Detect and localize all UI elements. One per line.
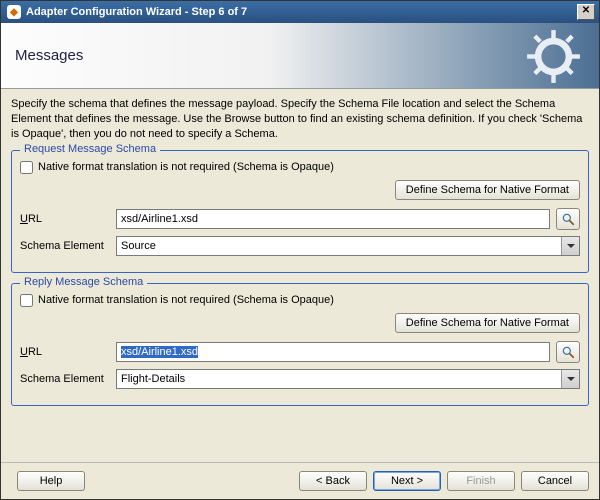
finish-button: Finish	[447, 471, 515, 491]
request-url-row: URL	[20, 208, 580, 230]
reply-url-input[interactable]: xsd/Airline1.xsd	[116, 342, 550, 362]
reply-schema-group: Reply Message Schema Native format trans…	[11, 283, 589, 406]
banner: Messages	[1, 23, 599, 89]
reply-legend: Reply Message Schema	[20, 276, 147, 288]
app-icon: ◆	[7, 5, 21, 19]
reply-schema-element-label: Schema Element	[20, 373, 110, 385]
intro-text: Specify the schema that defines the mess…	[11, 97, 589, 142]
reply-url-label: URL	[20, 346, 110, 358]
reply-schema-element-value: Flight-Details	[117, 373, 561, 385]
request-schema-element-row: Schema Element Source	[20, 236, 580, 256]
request-define-native-button[interactable]: Define Schema for Native Format	[395, 180, 580, 200]
request-schema-element-label: Schema Element	[20, 240, 110, 252]
page-title: Messages	[15, 47, 83, 64]
reply-schema-element-row: Schema Element Flight-Details	[20, 369, 580, 389]
request-opaque-checkbox[interactable]	[20, 161, 33, 174]
request-opaque-row: Native format translation is not require…	[20, 161, 580, 174]
title-bar: ◆ Adapter Configuration Wizard - Step 6 …	[1, 1, 599, 23]
magnifier-icon	[561, 345, 575, 359]
reply-define-native-button[interactable]: Define Schema for Native Format	[395, 313, 580, 333]
reply-url-selected-text: xsd/Airline1.xsd	[121, 346, 198, 358]
request-schema-element-value: Source	[117, 240, 561, 252]
gear-icon	[526, 29, 581, 84]
reply-url-row: URL xsd/Airline1.xsd	[20, 341, 580, 363]
request-opaque-label: Native format translation is not require…	[38, 161, 334, 173]
wizard-window: ◆ Adapter Configuration Wizard - Step 6 …	[0, 0, 600, 500]
chevron-down-icon	[561, 237, 579, 255]
reply-opaque-checkbox[interactable]	[20, 294, 33, 307]
reply-url-browse-button[interactable]	[556, 341, 580, 363]
next-button[interactable]: Next >	[373, 471, 441, 491]
request-url-label: URL	[20, 213, 110, 225]
content-area: Specify the schema that defines the mess…	[1, 89, 599, 462]
reply-schema-element-combo[interactable]: Flight-Details	[116, 369, 580, 389]
request-url-input[interactable]	[116, 209, 550, 229]
window-title: Adapter Configuration Wizard - Step 6 of…	[26, 6, 577, 18]
cancel-button[interactable]: Cancel	[521, 471, 589, 491]
request-schema-group: Request Message Schema Native format tra…	[11, 150, 589, 273]
request-schema-element-combo[interactable]: Source	[116, 236, 580, 256]
back-button[interactable]: < Back	[299, 471, 367, 491]
request-url-browse-button[interactable]	[556, 208, 580, 230]
request-legend: Request Message Schema	[20, 143, 160, 155]
close-button[interactable]: ✕	[577, 4, 595, 20]
reply-opaque-row: Native format translation is not require…	[20, 294, 580, 307]
chevron-down-icon	[561, 370, 579, 388]
help-button[interactable]: Help	[17, 471, 85, 491]
reply-opaque-label: Native format translation is not require…	[38, 294, 334, 306]
magnifier-icon	[561, 212, 575, 226]
footer: Help < Back Next > Finish Cancel	[1, 462, 599, 499]
